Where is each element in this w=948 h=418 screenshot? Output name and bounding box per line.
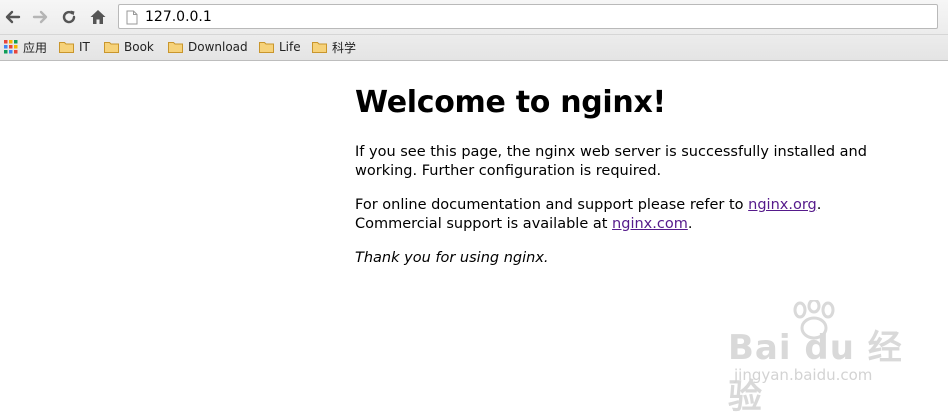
forward-arrow-icon xyxy=(32,10,48,24)
bookmark-label: IT xyxy=(79,40,90,54)
watermark-sub-text: jingyan.baidu.com xyxy=(734,366,873,384)
page-title: Welcome to nginx! xyxy=(355,85,666,120)
bookmark-folder-download[interactable]: Download xyxy=(168,38,248,56)
intro-paragraph: If you see this page, the nginx web serv… xyxy=(355,144,867,179)
thank-you-text: Thank you for using nginx. xyxy=(355,250,549,266)
back-arrow-icon xyxy=(5,10,21,24)
page-icon xyxy=(126,10,138,29)
back-button[interactable] xyxy=(3,7,23,27)
nginx-org-link[interactable]: nginx.org xyxy=(748,197,817,213)
bookmark-label: Download xyxy=(188,40,248,54)
folder-icon xyxy=(259,41,274,53)
bookmark-folder-it[interactable]: IT xyxy=(59,38,90,56)
bookmark-folder-science[interactable]: 科学 xyxy=(312,38,356,56)
docs-paragraph: For online documentation and support ple… xyxy=(355,196,915,233)
folder-icon xyxy=(312,41,327,53)
home-icon xyxy=(90,10,106,24)
forward-button[interactable] xyxy=(30,7,50,27)
commercial-period: . xyxy=(687,215,693,232)
baidu-jingyan-watermark: Bai du 经验 jingyan.baidu.com xyxy=(728,300,928,417)
reload-button[interactable] xyxy=(59,7,79,27)
bookmark-label: Book xyxy=(124,40,154,54)
nginx-com-link[interactable]: nginx.com xyxy=(612,216,688,232)
reload-icon xyxy=(62,10,76,24)
commercial-text: Commercial support is available at xyxy=(355,215,613,232)
browser-toolbar: 127.0.0.1 xyxy=(0,0,948,35)
bookmark-apps[interactable]: 应用 xyxy=(4,38,47,56)
folder-icon xyxy=(59,41,74,53)
bookmarks-bar: 应用 IT Book Download Life 科学 xyxy=(0,35,948,61)
bookmark-folder-book[interactable]: Book xyxy=(104,38,154,56)
docs-text: For online documentation and support ple… xyxy=(355,197,749,213)
bookmark-label: 科学 xyxy=(332,40,357,55)
home-button[interactable] xyxy=(88,7,108,27)
url-text: 127.0.0.1 xyxy=(145,9,212,25)
folder-icon xyxy=(104,41,119,53)
docs-period: . xyxy=(816,197,822,213)
bookmark-label: 应用 xyxy=(23,40,48,55)
apps-grid-icon xyxy=(4,40,18,54)
page-content: Welcome to nginx! If you see this page, … xyxy=(355,84,915,268)
bookmark-label: Life xyxy=(279,40,301,54)
address-bar[interactable]: 127.0.0.1 xyxy=(118,4,938,29)
folder-icon xyxy=(168,41,183,53)
bookmark-folder-life[interactable]: Life xyxy=(259,38,301,56)
